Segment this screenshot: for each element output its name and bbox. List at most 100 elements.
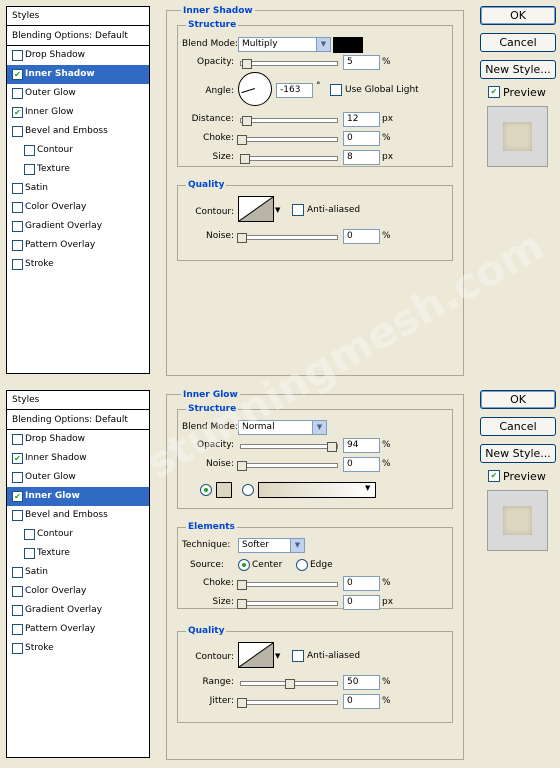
blending-options-item[interactable]: Blending Options: Default [7,411,149,430]
style-checkbox[interactable] [12,510,23,521]
style-checkbox[interactable] [24,548,35,559]
choke-slider-thumb[interactable] [237,580,247,590]
sidebar-item-satin[interactable]: Satin [7,179,149,198]
styles-header[interactable]: Styles [7,391,149,410]
style-checkbox[interactable] [12,183,23,194]
distance-slider[interactable] [240,116,338,126]
sidebar-item-contour[interactable]: Contour [7,525,149,544]
blend-mode-select[interactable]: Normal ▼ [238,420,327,435]
sidebar-item-outer-glow[interactable]: Outer Glow [7,84,149,103]
anti-aliased-checkbox[interactable] [292,204,304,216]
contour-dropdown-icon[interactable]: ▼ [275,206,280,214]
ok-button[interactable]: OK [480,6,556,25]
style-checkbox[interactable] [24,145,35,156]
size-slider[interactable] [239,154,338,164]
sidebar-item-gradient-overlay[interactable]: Gradient Overlay [7,601,149,620]
choke-slider[interactable] [237,580,338,590]
sidebar-item-drop-shadow[interactable]: Drop Shadow [7,430,149,449]
global-light-checkbox[interactable] [330,84,342,96]
sidebar-item-stroke[interactable]: Stroke [7,255,149,274]
solid-color-radio[interactable] [200,484,212,496]
sidebar-item-outer-glow[interactable]: Outer Glow [7,468,149,487]
size-slider[interactable] [237,599,338,609]
new-style-button[interactable]: New Style... [480,60,556,79]
choke-slider-thumb[interactable] [237,135,247,145]
range-input[interactable]: 50 [343,675,380,690]
sidebar-item-pattern-overlay[interactable]: Pattern Overlay [7,236,149,255]
sidebar-item-texture[interactable]: Texture [7,160,149,179]
size-input[interactable]: 8 [343,150,380,165]
shadow-color-swatch[interactable] [333,37,363,53]
source-center-radio[interactable] [238,559,250,571]
range-slider-thumb[interactable] [285,679,295,689]
contour-picker[interactable] [238,196,274,222]
distance-slider-thumb[interactable] [241,116,252,126]
style-checkbox[interactable]: ✔ [12,491,23,502]
angle-dial[interactable] [238,72,272,106]
new-style-button[interactable]: New Style... [480,444,556,463]
style-checkbox[interactable] [12,259,23,270]
style-checkbox[interactable] [24,529,35,540]
gradient-dropdown-icon[interactable]: ▼ [365,484,370,492]
style-checkbox[interactable] [12,240,23,251]
opacity-slider[interactable] [240,59,338,69]
style-checkbox[interactable] [12,643,23,654]
anti-aliased-checkbox[interactable] [292,650,304,662]
jitter-input[interactable]: 0 [343,694,380,709]
style-checkbox[interactable] [12,472,23,483]
sidebar-item-bevel-and-emboss[interactable]: Bevel and Emboss [7,122,149,141]
sidebar-item-contour[interactable]: Contour [7,141,149,160]
styles-header[interactable]: Styles [7,7,149,26]
sidebar-item-satin[interactable]: Satin [7,563,149,582]
style-checkbox[interactable] [12,434,23,445]
range-slider[interactable] [240,679,338,689]
noise-slider-thumb[interactable] [237,233,247,243]
style-checkbox[interactable]: ✔ [12,69,23,80]
size-slider-thumb[interactable] [237,599,247,609]
sidebar-item-color-overlay[interactable]: Color Overlay [7,198,149,217]
gradient-radio[interactable] [242,484,254,496]
jitter-slider[interactable] [237,698,338,708]
sidebar-item-texture[interactable]: Texture [7,544,149,563]
opacity-input[interactable]: 94 [343,438,380,453]
noise-input[interactable]: 0 [343,229,380,244]
distance-input[interactable]: 12 [343,112,380,127]
style-checkbox[interactable]: ✔ [12,107,23,118]
style-checkbox[interactable] [12,202,23,213]
sidebar-item-inner-shadow[interactable]: ✔ Inner Shadow [7,65,149,84]
preview-checkbox[interactable]: ✔ [488,86,500,98]
opacity-input[interactable]: 5 [343,55,380,70]
sidebar-item-pattern-overlay[interactable]: Pattern Overlay [7,620,149,639]
technique-select[interactable]: Softer ▼ [238,538,305,553]
sidebar-item-bevel-and-emboss[interactable]: Bevel and Emboss [7,506,149,525]
style-checkbox[interactable] [12,88,23,99]
style-checkbox[interactable] [12,50,23,61]
noise-slider[interactable] [237,233,338,243]
ok-button[interactable]: OK [480,390,556,409]
jitter-slider-thumb[interactable] [237,698,247,708]
contour-dropdown-icon[interactable]: ▼ [275,652,280,660]
opacity-slider-thumb[interactable] [327,442,338,452]
choke-input[interactable]: 0 [343,131,380,146]
glow-color-swatch[interactable] [216,482,232,498]
style-checkbox[interactable] [12,126,23,137]
sidebar-item-inner-shadow[interactable]: ✔ Inner Shadow [7,449,149,468]
sidebar-item-inner-glow[interactable]: ✔ Inner Glow [7,103,149,122]
style-checkbox[interactable] [12,221,23,232]
style-checkbox[interactable] [12,586,23,597]
style-checkbox[interactable] [24,164,35,175]
sidebar-item-inner-glow[interactable]: ✔ Inner Glow [7,487,149,506]
noise-input[interactable]: 0 [343,457,380,472]
choke-input[interactable]: 0 [343,576,380,591]
size-input[interactable]: 0 [343,595,380,610]
opacity-slider[interactable] [240,442,338,452]
choke-slider[interactable] [237,135,338,145]
style-checkbox[interactable] [12,567,23,578]
style-checkbox[interactable] [12,605,23,616]
size-slider-thumb[interactable] [239,154,250,164]
cancel-button[interactable]: Cancel [480,417,556,436]
contour-picker[interactable] [238,642,274,668]
noise-slider[interactable] [237,461,338,471]
sidebar-item-stroke[interactable]: Stroke [7,639,149,658]
preview-checkbox[interactable]: ✔ [488,470,500,482]
